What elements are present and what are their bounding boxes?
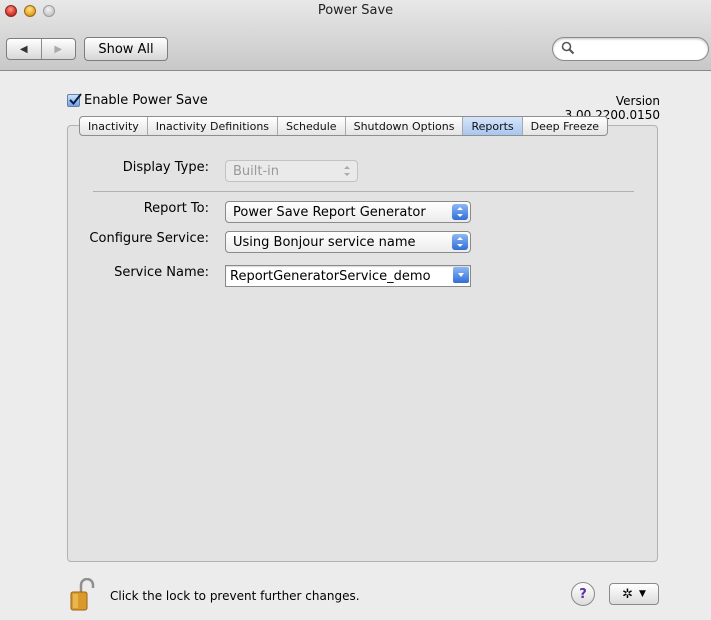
- tab-reports[interactable]: Reports: [462, 117, 522, 135]
- action-menu-button[interactable]: ✲ ▼: [609, 583, 659, 605]
- tab-bar: Inactivity Inactivity Definitions Schedu…: [79, 116, 609, 136]
- search-icon: [561, 41, 575, 55]
- service-name-combobox[interactable]: ReportGeneratorService_demo: [225, 265, 471, 287]
- report-to-row: Report To:: [67, 201, 217, 216]
- report-to-popup[interactable]: Power Save Report Generator: [225, 201, 471, 223]
- updown-arrows-icon: [452, 234, 468, 250]
- enable-power-save-checkbox[interactable]: Enable Power Save: [67, 93, 208, 108]
- service-name-value: ReportGeneratorService_demo: [230, 268, 431, 284]
- enable-power-save-label: Enable Power Save: [84, 93, 208, 108]
- back-forward-control: ◀ ▶: [6, 38, 76, 60]
- search-field[interactable]: [552, 37, 709, 61]
- display-type-label: Display Type:: [122, 160, 209, 175]
- window-title: Power Save: [317, 3, 394, 18]
- configure-service-popup[interactable]: Using Bonjour service name: [225, 231, 471, 253]
- window-toolbar: Power Save ◀ ▶ Show All: [0, 0, 711, 71]
- configure-service-value: Using Bonjour service name: [233, 234, 416, 250]
- gear-icon: ✲: [622, 586, 633, 602]
- configure-service-row: Configure Service:: [67, 231, 217, 246]
- separator: [93, 191, 634, 192]
- show-all-button[interactable]: Show All: [84, 37, 168, 61]
- display-type-value: Built-in: [233, 163, 280, 179]
- report-to-value: Power Save Report Generator: [233, 204, 426, 220]
- service-name-label: Service Name:: [114, 265, 209, 280]
- preferences-window: Power Save ◀ ▶ Show All Enable Power Sav…: [0, 0, 711, 620]
- updown-arrows-icon: [339, 163, 355, 179]
- tab-shutdown-options[interactable]: Shutdown Options: [344, 117, 463, 135]
- lock-icon[interactable]: [69, 578, 95, 612]
- tab-inactivity[interactable]: Inactivity: [80, 117, 147, 135]
- help-icon: ?: [579, 586, 587, 602]
- back-button[interactable]: ◀: [7, 39, 41, 59]
- service-name-row: Service Name:: [67, 265, 217, 280]
- updown-arrows-icon: [452, 204, 468, 220]
- forward-button[interactable]: ▶: [40, 39, 76, 59]
- report-to-label: Report To:: [143, 201, 209, 216]
- lock-message: Click the lock to prevent further change…: [110, 589, 360, 603]
- chevron-down-icon[interactable]: [453, 267, 469, 283]
- display-type-popup[interactable]: Built-in: [225, 160, 358, 182]
- help-button[interactable]: ?: [571, 582, 595, 606]
- tab-deep-freeze[interactable]: Deep Freeze: [521, 117, 607, 135]
- configure-service-label: Configure Service:: [89, 231, 209, 246]
- display-type-row: Display Type:: [67, 160, 217, 175]
- tab-inactivity-definitions[interactable]: Inactivity Definitions: [146, 117, 277, 135]
- tab-schedule[interactable]: Schedule: [277, 117, 345, 135]
- checkbox-checked-icon[interactable]: [67, 93, 82, 107]
- chevron-down-icon: ▼: [638, 589, 646, 599]
